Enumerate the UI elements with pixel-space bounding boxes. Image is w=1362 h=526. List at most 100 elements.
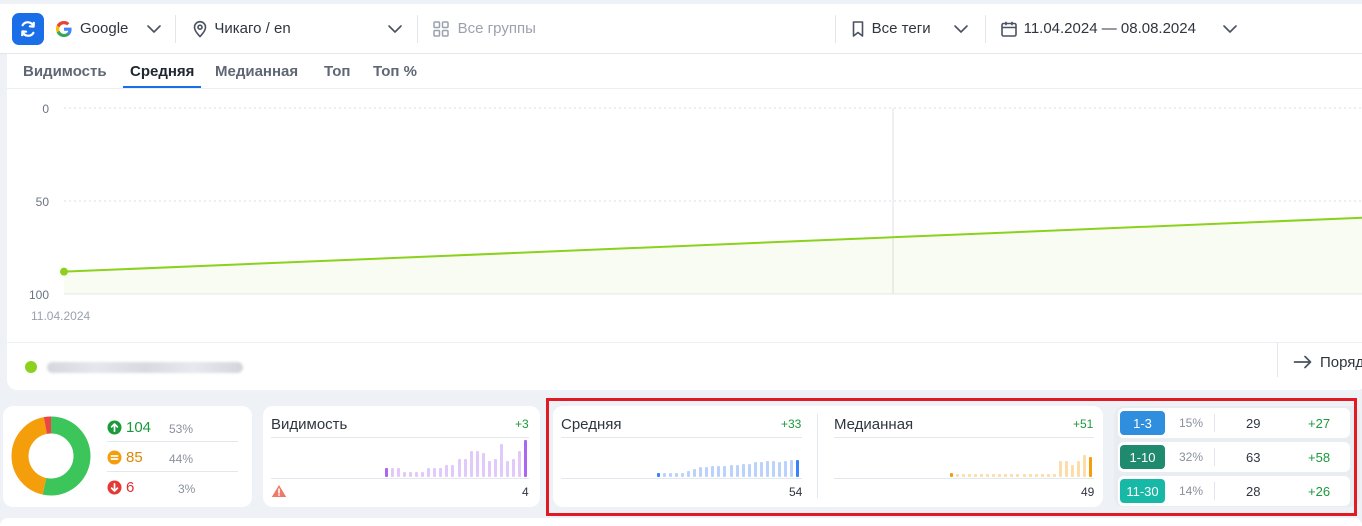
- improved-count: 104: [126, 419, 152, 436]
- sparkline-bar: [789, 460, 793, 477]
- median-sparkline: [950, 436, 1095, 477]
- divider: [1214, 482, 1215, 500]
- refresh-logo-icon[interactable]: [12, 12, 44, 45]
- divider: [107, 441, 238, 442]
- sparkline-bar: [998, 474, 1002, 477]
- sparkline-bar: [765, 461, 769, 477]
- range-badge: 1-10: [1120, 445, 1165, 469]
- chart-legend: Поряд: [7, 342, 1362, 390]
- median-title: Медианная: [834, 416, 914, 433]
- visibility-card[interactable]: Видимость +3 4: [263, 406, 540, 507]
- range-delta: +58: [1308, 450, 1331, 465]
- tags-label: Все теги: [871, 20, 931, 37]
- range-count: 29: [1246, 416, 1261, 431]
- chevron-down-icon: [146, 24, 162, 34]
- sparkline-bar: [1046, 474, 1050, 477]
- sparkline-bar: [451, 465, 455, 477]
- sparkline-bar: [1076, 461, 1080, 477]
- tab-average[interactable]: Средняя: [123, 63, 202, 88]
- chevron-down-icon: [953, 24, 969, 34]
- sparkline-bar: [777, 462, 781, 477]
- sparkline-bar: [1004, 474, 1008, 477]
- sparkline-bar: [1082, 455, 1086, 477]
- range-row-1-3[interactable]: 1-3 15% 29 +27: [1118, 408, 1350, 438]
- average-sparkline: [657, 436, 802, 477]
- range-row-1-10[interactable]: 1-10 32% 63 +58: [1118, 442, 1350, 472]
- sparkline-bar: [1016, 474, 1020, 477]
- sparkline-bar: [1034, 474, 1038, 477]
- location-label: Чикаго / en: [214, 20, 291, 37]
- sparkline-bar: [711, 466, 715, 477]
- range-row-11-30[interactable]: 11-30 14% 28 +26: [1118, 476, 1350, 506]
- sparkline-bar: [992, 474, 996, 477]
- sparkline-bar: [974, 474, 978, 477]
- average-value: 54: [789, 485, 803, 499]
- sparkline-bar: [717, 466, 721, 477]
- sparkline-bar: [523, 440, 527, 477]
- toolbar-divider: [834, 14, 836, 43]
- sparkline-bar: [681, 473, 685, 477]
- groups-placeholder: Все группы: [457, 20, 536, 37]
- chart-card: Видимость Средняя Медианная Топ Топ % 0 5…: [7, 54, 1362, 390]
- series-point[interactable]: [60, 267, 68, 276]
- tab-top[interactable]: Топ: [324, 63, 350, 88]
- tab-median[interactable]: Медианная: [215, 63, 298, 88]
- toolbar: Google Чикаго / en Все группы Все теги 1…: [0, 4, 1362, 54]
- toolbar-divider: [175, 14, 177, 43]
- sparkline-bar: [403, 472, 407, 477]
- range-percent: 32%: [1179, 450, 1204, 464]
- range-percent: 15%: [1179, 416, 1204, 430]
- calendar-icon: [1000, 21, 1017, 37]
- sparkline-bar: [657, 473, 660, 477]
- sparkline-bar: [445, 465, 449, 477]
- visibility-title: Видимость: [271, 416, 348, 433]
- warning-icon[interactable]: [271, 484, 287, 498]
- y-tick-label: 100: [29, 288, 49, 302]
- divider: [834, 478, 1094, 479]
- unchanged-percent: 44%: [169, 452, 194, 466]
- sparkline-bar: [511, 459, 515, 477]
- sparkline-bar: [391, 468, 395, 477]
- sparkline-bar: [457, 459, 461, 477]
- average-position-chart: 0 50 100 11.04.2024: [29, 102, 1362, 323]
- sparkline-bar: [771, 461, 775, 477]
- order-button[interactable]: Поряд: [1293, 351, 1362, 373]
- divider: [107, 471, 238, 472]
- sparkline-bar: [469, 451, 473, 477]
- date-range-picker[interactable]: 11.04.2024 — 08.08.2024: [1000, 14, 1238, 44]
- sparkline-bar: [1058, 461, 1062, 477]
- arrow-right-icon: [1293, 355, 1312, 369]
- sparkline-bar: [687, 471, 691, 477]
- sparkline-bar: [735, 465, 739, 477]
- tab-visibility[interactable]: Видимость: [23, 63, 107, 88]
- tags-select[interactable]: Все теги: [851, 14, 969, 44]
- visibility-sparkline: [385, 436, 530, 477]
- sparkline-bar: [1064, 461, 1068, 477]
- range-badge: 11-30: [1120, 479, 1165, 503]
- median-metric[interactable]: Медианная +51 49: [826, 406, 1096, 507]
- sparkline-bar: [968, 474, 972, 477]
- google-icon: [56, 20, 72, 37]
- sparkline-bar: [956, 474, 960, 477]
- sparkline-bar: [409, 472, 413, 477]
- arrow-down-circle-icon: [107, 480, 122, 495]
- visibility-delta: +3: [515, 417, 529, 431]
- average-metric[interactable]: Средняя +33 54: [553, 406, 817, 507]
- median-value: 49: [1081, 485, 1095, 499]
- sparkline-bar: [433, 468, 437, 477]
- range-delta: +26: [1308, 484, 1331, 499]
- improved-percent: 53%: [169, 422, 194, 436]
- sparkline-bar: [980, 474, 984, 477]
- location-select[interactable]: Чикаго / en: [192, 14, 402, 44]
- sparkline-bar: [783, 461, 787, 477]
- search-engine-select[interactable]: Google: [54, 14, 162, 44]
- groups-select[interactable]: Все группы: [432, 14, 832, 44]
- sparkline-bar: [675, 473, 679, 477]
- sparkline-bar: [481, 453, 485, 477]
- tab-top-percent[interactable]: Топ %: [373, 63, 417, 88]
- unchanged-count: 85: [126, 449, 143, 466]
- sparkline-bar: [747, 464, 751, 477]
- range-percent: 14%: [1179, 484, 1204, 498]
- median-delta: +51: [1073, 417, 1094, 431]
- metric-divider: [817, 414, 818, 498]
